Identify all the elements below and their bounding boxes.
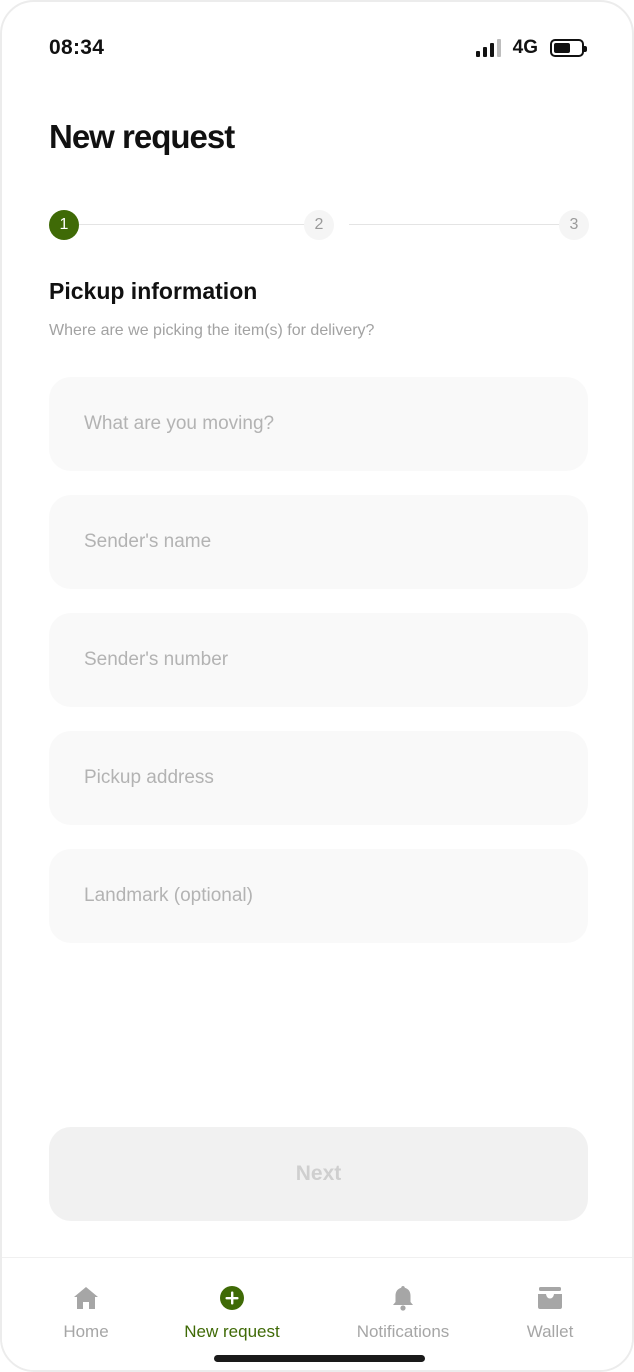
nav-item-notifications[interactable]: Notifications [328,1284,478,1342]
status-time: 08:34 [49,36,105,59]
pickup-address-input[interactable] [49,731,588,825]
nav-label-home: Home [63,1322,109,1341]
section-subtitle: Where are we picking the item(s) for del… [49,322,375,339]
network-type: 4G [512,37,538,58]
sender-number-input[interactable] [49,613,588,707]
nav-label-new-request: New request [184,1322,280,1341]
step-3-indicator: 3 [559,210,589,240]
plus-circle-icon [218,1284,246,1312]
step-2-indicator: 2 [304,210,334,240]
step-1-indicator: 1 [49,210,79,240]
nav-label-wallet: Wallet [526,1322,574,1341]
item-description-input[interactable] [49,377,588,471]
wallet-icon [536,1284,564,1312]
home-icon [72,1284,100,1312]
status-indicators: 4G [475,37,587,59]
section-title: Pickup information [49,278,258,304]
nav-item-new-request[interactable]: New request [157,1284,307,1342]
sender-name-input[interactable] [49,495,588,589]
nav-item-wallet[interactable]: Wallet [475,1284,625,1342]
signal-icon [475,39,501,57]
page-title: New request [49,118,235,155]
landmark-input[interactable] [49,849,588,943]
nav-item-home[interactable]: Home [11,1284,161,1342]
battery-icon [550,39,587,57]
stepper-connector [79,224,319,225]
status-bar: 08:34 4G [49,32,587,64]
nav-label-notifications: Notifications [356,1322,450,1341]
home-indicator [214,1355,425,1362]
phone-screen: 08:34 4G New request 1 2 3 Pickup inform… [0,0,634,1372]
bell-icon [389,1284,417,1312]
stepper-connector [349,224,574,225]
progress-stepper: 1 2 3 [49,210,589,240]
next-button[interactable]: Next [49,1127,588,1221]
